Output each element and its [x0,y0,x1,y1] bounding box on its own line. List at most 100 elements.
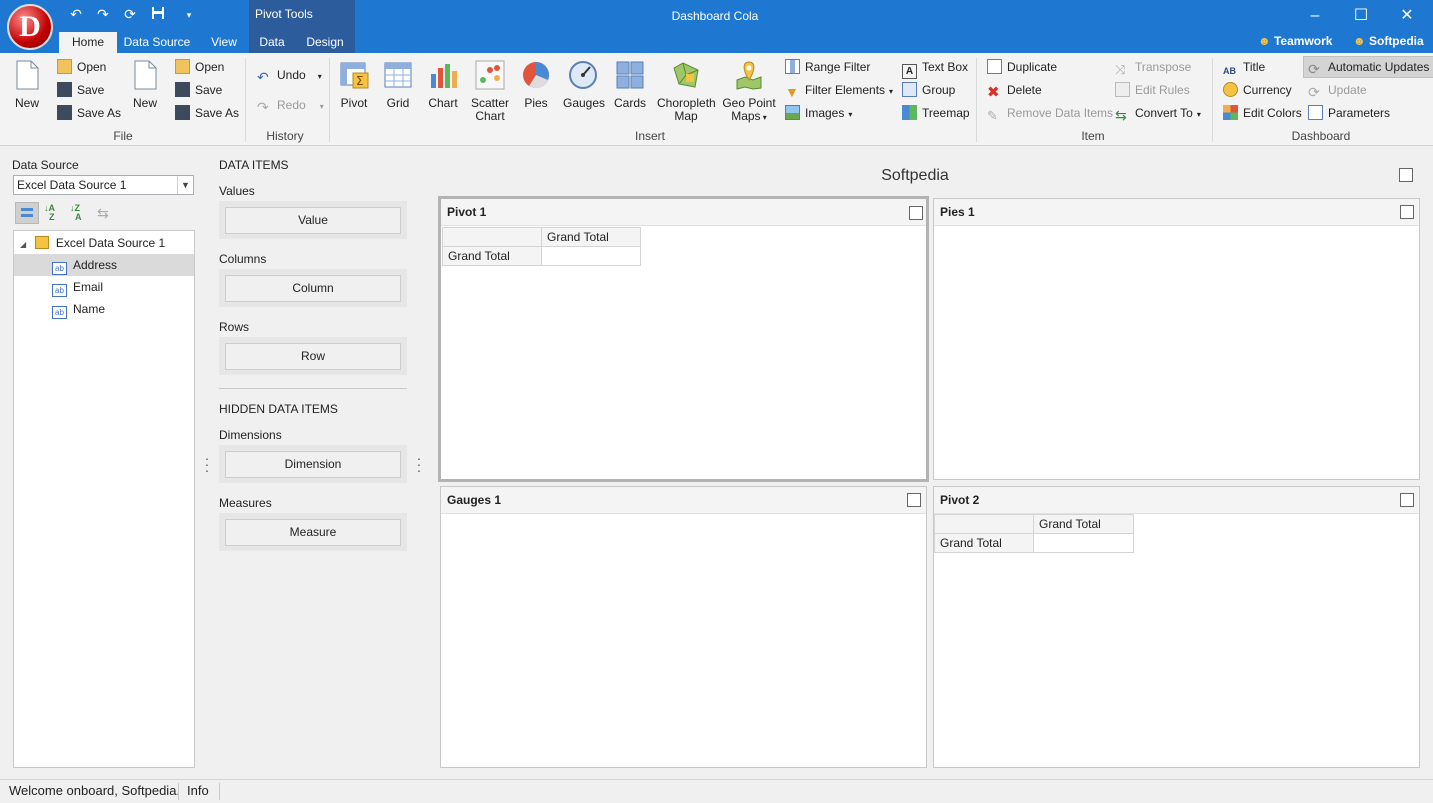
group-label-dashboard: Dashboard [1291,129,1351,143]
pivot-1-panel[interactable]: Pivot 1 Grand Total Grand Total [438,196,929,482]
transpose-button[interactable]: ⤨ Transpose [1115,57,1191,77]
refresh-icon[interactable]: ⟳ [120,6,140,23]
save-icon [57,82,72,97]
tree-field-email[interactable]: ab Email [14,276,194,298]
duplicate-button[interactable]: Duplicate [987,57,1057,77]
measure-placeholder[interactable]: Measure [225,519,401,546]
export-icon[interactable] [909,206,923,220]
customize-qat-icon[interactable]: ▾ [179,10,199,21]
group-label-file: File [113,129,133,143]
new-datasource-button[interactable]: New [127,60,163,110]
currency-button[interactable]: Currency [1223,80,1292,100]
edit-rules-button[interactable]: Edit Rules [1115,80,1190,100]
folder-icon [57,59,72,74]
title-button[interactable]: AB Title [1223,57,1265,77]
delete-button[interactable]: ✖ Delete [987,80,1042,100]
insert-chart-button[interactable]: Chart [425,60,461,110]
splitter-handle[interactable]: · · · [204,451,210,477]
insert-grid-button[interactable]: Grid [380,60,416,110]
redo-button[interactable]: ↷ Redo ▾ [257,95,324,115]
undo-button[interactable]: ↶ Undo ▾ [257,65,322,85]
remove-data-items-button[interactable]: ✎ Remove Data Items [987,103,1113,123]
new-dashboard-button[interactable]: New [9,60,45,110]
insert-pivot-button[interactable]: Σ Pivot [335,60,373,110]
export-icon[interactable] [907,493,921,507]
filter-elements-button[interactable]: ▼ Filter Elements ▾ [785,80,893,100]
insert-pies-button[interactable]: Pies [518,60,554,110]
values-dropzone[interactable]: Value [219,201,407,239]
edit-colors-button[interactable]: Edit Colors [1223,103,1302,123]
refresh-fields-icon[interactable]: ⇆ [97,205,115,223]
measures-dropzone[interactable]: Measure [219,513,407,551]
tree-root[interactable]: ◢ Excel Data Source 1 [14,232,194,254]
images-button[interactable]: Images ▾ [785,103,852,123]
undo-icon[interactable]: ↶ [66,6,86,23]
tab-data-source[interactable]: Data Source [119,32,195,53]
minimize-button[interactable]: – [1292,2,1338,30]
insert-cards-button[interactable]: Cards [612,60,648,110]
redo-icon[interactable]: ↷ [93,6,113,23]
dropdown-arrow-icon: ▾ [319,102,324,111]
save-as-dashboard-button[interactable]: Save As [57,103,121,123]
user-teamwork[interactable]: ☻ Teamwork [1258,34,1332,48]
export-icon[interactable] [1400,493,1414,507]
range-filter-button[interactable]: Range Filter [785,57,870,77]
sort-ascending-icon[interactable]: ↓A Z [44,204,64,224]
pivot-value-cell [1033,533,1134,553]
tab-data[interactable]: Data [252,32,292,53]
pivot-value-cell [541,246,641,266]
delete-icon: ✖ [987,84,1000,101]
tab-design[interactable]: Design [299,32,351,53]
export-icon[interactable] [1400,205,1414,219]
datasource-tree[interactable]: ◢ Excel Data Source 1 ab Address ab Email … [13,230,195,768]
text-box-button[interactable]: A Text Box [902,57,968,79]
insert-scatter-chart-button[interactable]: Scatter Chart [469,60,511,123]
group-separator [976,58,977,142]
status-info[interactable]: Info [187,780,209,802]
pies-1-panel[interactable]: Pies 1 [933,198,1420,480]
treemap-button[interactable]: Treemap [902,103,970,123]
value-placeholder[interactable]: Value [225,207,401,234]
tree-field-address[interactable]: ab Address [14,254,194,276]
open-dashboard-button[interactable]: Open [57,57,106,77]
group-button[interactable]: Group [902,80,955,100]
column-placeholder[interactable]: Column [225,275,401,302]
group-label-item: Item [1081,129,1105,143]
pivot-2-panel[interactable]: Pivot 2 Grand Total Grand Total [933,486,1420,768]
edit-rules-icon [1115,82,1130,97]
choropleth-map-icon [671,60,701,90]
convert-to-button[interactable]: ⇆ Convert To ▾ [1115,103,1201,123]
collapse-icon[interactable]: ◢ [20,240,26,249]
insert-geo-point-maps-button[interactable]: Geo Point Maps ▾ [722,60,776,124]
sort-descending-icon[interactable]: ↓Z A [70,204,90,224]
group-fields-toggle[interactable] [15,202,39,224]
automatic-updates-toggle[interactable]: ⟳ Automatic Updates [1303,56,1433,78]
update-button[interactable]: ⟳ Update [1308,80,1367,100]
export-icon[interactable] [1399,168,1413,182]
rows-dropzone[interactable]: Row [219,337,407,375]
dimension-placeholder[interactable]: Dimension [225,451,401,478]
app-logo[interactable]: D [7,4,53,50]
save-datasource-button[interactable]: Save [175,80,222,100]
save-as-datasource-button[interactable]: Save As [175,103,239,123]
datasource-combo[interactable]: Excel Data Source 1 ▼ [13,175,194,195]
parameters-button[interactable]: Parameters [1308,103,1390,123]
chevron-down-icon[interactable]: ▼ [177,176,193,194]
user-softpedia[interactable]: ☻ Softpedia [1353,34,1424,48]
row-placeholder[interactable]: Row [225,343,401,370]
insert-gauges-button[interactable]: Gauges [563,60,605,110]
tab-home[interactable]: Home [59,32,117,53]
tree-field-name[interactable]: ab Name [14,298,194,320]
columns-dropzone[interactable]: Column [219,269,407,307]
splitter-handle[interactable]: · · · [416,451,422,477]
close-button[interactable]: ✕ [1384,2,1430,30]
dimensions-label: Dimensions [219,428,282,442]
open-datasource-button[interactable]: Open [175,57,224,77]
save-dashboard-button[interactable]: Save [57,80,104,100]
tab-view[interactable]: View [203,32,245,53]
dimensions-dropzone[interactable]: Dimension [219,445,407,483]
gauges-1-panel[interactable]: Gauges 1 [440,486,927,768]
maximize-button[interactable]: ☐ [1338,2,1384,30]
save-icon[interactable] [148,6,168,23]
insert-choropleth-map-button[interactable]: Choropleth Map [657,60,716,123]
